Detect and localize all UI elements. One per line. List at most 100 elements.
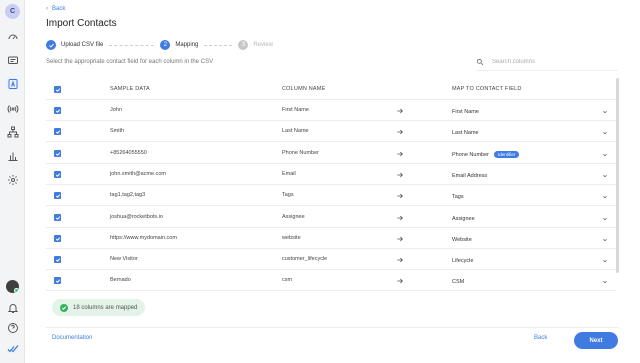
help-icon[interactable]: [6, 321, 19, 334]
sample-data-cell: Smith: [110, 128, 125, 134]
arrow-right-icon: [397, 151, 403, 157]
check-double-icon[interactable]: [6, 342, 19, 355]
row-checkbox[interactable]: [54, 277, 61, 284]
user-avatar[interactable]: [6, 280, 19, 293]
column-name-cell: First Name: [282, 107, 309, 113]
contact-field-select[interactable]: Phone Number Identifier: [452, 149, 608, 160]
success-check-icon: [60, 303, 68, 312]
step-mapping[interactable]: 2 Mapping: [160, 40, 198, 50]
table-scrollbar[interactable]: [616, 78, 619, 273]
table-row: tag1,tag2,tag3 Tags Tags: [46, 185, 616, 206]
step-review[interactable]: 3 Review: [238, 40, 273, 50]
table-row: New Visitor customer_lifecycle Lifecycle: [46, 249, 616, 270]
column-name-cell: Email: [282, 171, 296, 177]
back-link[interactable]: ‹ Back: [46, 6, 65, 12]
step-number: 2: [160, 40, 171, 50]
row-checkbox[interactable]: [54, 107, 61, 114]
chevron-down-icon: [603, 153, 607, 156]
contact-field-select[interactable]: Last Name: [452, 127, 608, 138]
selected-field: Tags: [452, 193, 464, 200]
chevron-down-icon: [603, 238, 607, 241]
workflow-icon[interactable]: [6, 125, 19, 138]
notifications-icon[interactable]: [6, 301, 19, 314]
step-label: Upload CSV file: [61, 42, 104, 48]
table-row: John First Name First Name: [46, 100, 616, 121]
back-button[interactable]: Back: [534, 335, 547, 341]
step-done-check-icon: [46, 40, 56, 50]
step-number: 3: [238, 40, 249, 50]
chevron-left-icon: ‹: [46, 6, 48, 12]
table-row: +85264055550 Phone Number Phone Number Iden…: [46, 143, 616, 164]
column-name-cell: csm: [282, 277, 293, 283]
column-name-cell: Tags: [282, 192, 294, 198]
settings-icon[interactable]: [6, 173, 19, 186]
arrow-right-icon: [397, 129, 403, 135]
row-checkbox[interactable]: [54, 128, 61, 135]
mapped-status-text: 18 columns are mapped: [73, 304, 138, 311]
row-checkbox[interactable]: [54, 235, 61, 242]
selected-field: Lifecycle: [452, 257, 474, 264]
chat-icon[interactable]: [6, 54, 19, 67]
arrow-right-icon: [397, 172, 403, 178]
column-name-cell: Assignee: [282, 214, 305, 220]
chevron-down-icon: [603, 217, 607, 220]
documentation-link[interactable]: Documentation: [52, 335, 92, 341]
mapped-status-badge: 18 columns are mapped: [52, 299, 146, 316]
next-button[interactable]: Next: [574, 332, 618, 349]
select-all-checkbox[interactable]: [54, 86, 61, 93]
search-underline: [476, 70, 618, 71]
row-checkbox[interactable]: [54, 192, 61, 199]
search-input[interactable]: [492, 59, 612, 65]
row-checkbox[interactable]: [54, 214, 61, 221]
table-row: john.smith@acme.com Email Email Address: [46, 164, 616, 185]
contact-field-select[interactable]: CSM: [452, 276, 608, 287]
sidebar: C: [0, 0, 25, 363]
table-header: SAMPLE DATA COLUMN NAME MAP TO CONTACT F…: [46, 79, 616, 100]
contact-field-select[interactable]: First Name: [452, 106, 608, 117]
broadcast-icon[interactable]: [6, 101, 19, 114]
chevron-down-icon: [603, 174, 607, 177]
contacts-icon[interactable]: [6, 77, 19, 90]
column-name-cell: Phone Number: [282, 150, 319, 156]
row-checkbox[interactable]: [54, 150, 61, 157]
chevron-down-icon: [603, 131, 607, 134]
import-stepper: Upload CSV file 2 Mapping 3 Review: [46, 39, 273, 51]
step-upload[interactable]: Upload CSV file: [46, 40, 103, 50]
contact-field-select[interactable]: Email Address: [452, 170, 608, 181]
selected-field: Assignee: [452, 215, 475, 222]
selected-field: Email Address: [452, 172, 488, 179]
chevron-down-icon: [603, 259, 607, 262]
contact-field-select[interactable]: Tags: [452, 191, 608, 202]
sample-data-cell: tag1,tag2,tag3: [110, 192, 146, 198]
step-label: Review: [253, 42, 274, 48]
table-row: Smith Last Name Last Name: [46, 121, 616, 142]
step-divider: [204, 44, 233, 46]
arrow-right-icon: [397, 257, 403, 263]
step-divider: [109, 44, 155, 46]
arrow-right-icon: [397, 278, 403, 284]
contact-field-select[interactable]: Lifecycle: [452, 255, 608, 266]
search-bar: [476, 56, 618, 68]
arrow-right-icon: [397, 236, 403, 242]
table-row: joshua@rocketbots.io Assignee Assignee: [46, 207, 616, 228]
contact-field-select[interactable]: Website: [452, 234, 608, 245]
dashboard-icon[interactable]: [6, 30, 19, 43]
selected-field: First Name: [452, 108, 479, 115]
footer-divider: [46, 327, 619, 328]
chevron-down-icon: [603, 280, 607, 283]
workspace-avatar[interactable]: C: [5, 4, 20, 19]
column-name-cell: website: [282, 235, 301, 241]
contact-field-select[interactable]: Assignee: [452, 213, 608, 224]
header-sample-data: SAMPLE DATA: [110, 86, 150, 92]
arrow-right-icon: [397, 193, 403, 199]
page-title: Import Contacts: [46, 18, 117, 29]
selected-field: Last Name: [452, 129, 479, 136]
sample-data-cell: john.smith@acme.com: [110, 171, 167, 177]
row-checkbox[interactable]: [54, 256, 61, 263]
selected-field: CSM: [452, 278, 465, 285]
column-name-cell: customer_lifecycle: [282, 256, 328, 262]
step-label: Mapping: [175, 42, 199, 48]
table-row: https://www.mydomain.com website Website: [46, 228, 616, 249]
row-checkbox[interactable]: [54, 171, 61, 178]
reports-icon[interactable]: [6, 149, 19, 162]
